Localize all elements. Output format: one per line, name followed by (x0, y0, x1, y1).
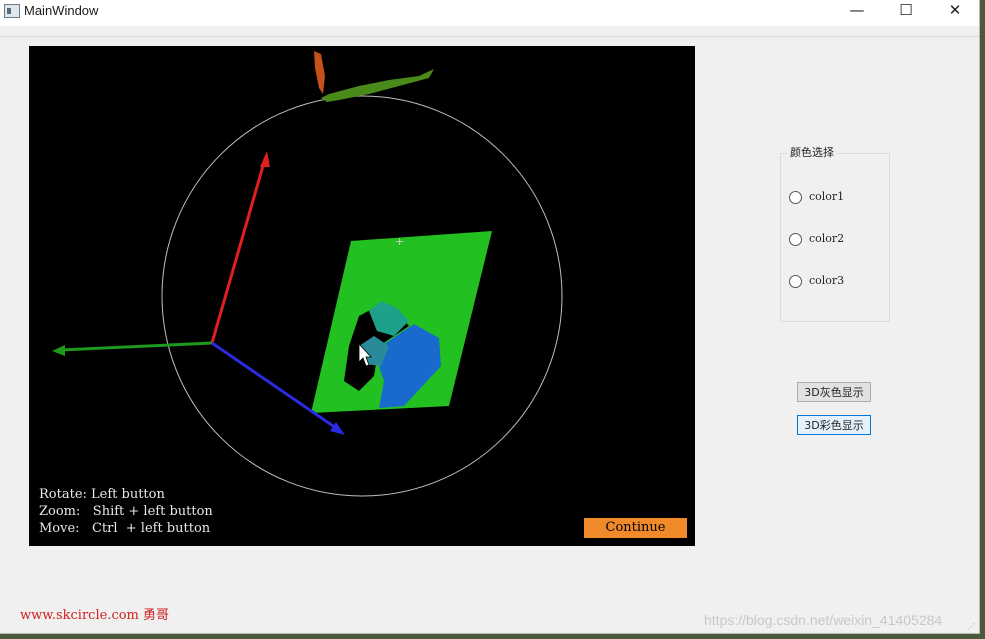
y-axis-arrow (52, 345, 65, 356)
radio-label: color1 (809, 190, 845, 203)
radio-label: color3 (809, 274, 845, 287)
menu-bar (0, 26, 979, 37)
help-move: Move: Ctrl + left button (39, 521, 211, 536)
maximize-button[interactable]: ☐ (883, 0, 929, 22)
3d-color-display-button[interactable]: 3D彩色显示 (797, 415, 871, 435)
z-axis-arrow (260, 151, 270, 167)
continue-button[interactable]: Continue (584, 518, 687, 538)
main-window: MainWindow — ☐ ✕ + Rotate: Left button Z… (0, 0, 980, 634)
close-button[interactable]: ✕ (932, 0, 978, 22)
watermark-left: www.skcircle.com 勇哥 (20, 608, 170, 623)
point-cloud-fragment-red (314, 51, 325, 94)
app-window-icon (4, 4, 20, 18)
radio-button-icon[interactable] (789, 275, 802, 288)
minimize-button[interactable]: — (834, 0, 880, 22)
y-axis (60, 341, 213, 352)
window-title: MainWindow (24, 3, 99, 18)
3d-point-cloud-viewer[interactable]: + Rotate: Left button Zoom: Shift + left… (29, 46, 695, 546)
3d-gray-display-button[interactable]: 3D灰色显示 (797, 382, 871, 402)
help-zoom: Zoom: Shift + left button (39, 504, 213, 519)
resize-grip-icon[interactable]: ⋰ (967, 622, 977, 632)
help-rotate: Rotate: Left button (39, 487, 165, 502)
radio-label: color2 (809, 232, 845, 245)
radio-button-icon[interactable] (789, 233, 802, 246)
color-select-title: 颜色选择 (788, 144, 836, 160)
title-bar: MainWindow — ☐ ✕ (0, 0, 979, 26)
watermark-right: https://blog.csdn.net/weixin_41405284 (704, 612, 943, 628)
plane-marker: + (395, 235, 404, 248)
viewer-canvas: + (52, 51, 563, 497)
z-axis (210, 158, 267, 344)
radio-button-icon[interactable] (789, 191, 802, 204)
